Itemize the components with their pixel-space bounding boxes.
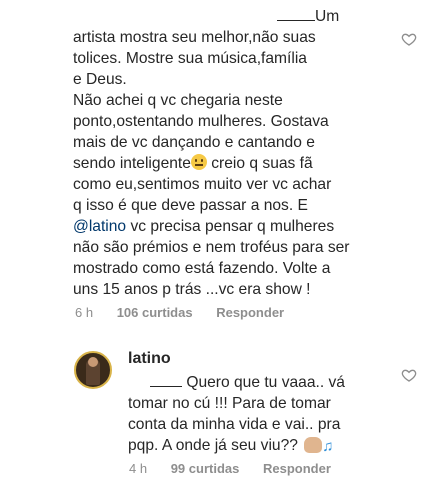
comment-text-line: como eu,sentimos muito ver vc achar xyxy=(73,176,332,193)
reply-button[interactable]: Responder xyxy=(216,305,284,320)
comment-1-text: Um artista mostra seu melhor,não suas to… xyxy=(73,6,393,300)
comment-text-line: Não achei q vc chegaria neste xyxy=(73,92,283,109)
redacted-username xyxy=(150,377,182,387)
comment-author[interactable]: latino xyxy=(128,350,388,368)
comment-text-line: mais de vc dançando e cantando e xyxy=(73,134,315,151)
folded-hands-emoji-icon xyxy=(304,437,323,453)
avatar[interactable] xyxy=(74,351,112,389)
comment-text-line: vc precisa pensar q mulheres xyxy=(126,218,335,235)
timestamp: 6 h xyxy=(75,305,94,320)
comment-text-line: mostrado como está fazendo. Volte a xyxy=(73,260,331,277)
heart-outline-icon[interactable] xyxy=(401,31,417,47)
heart-outline-icon[interactable] xyxy=(401,367,417,383)
grimace-emoji-icon xyxy=(190,154,207,170)
comment-text-line: creio q suas fã xyxy=(206,155,313,172)
mention-link[interactable]: @latino xyxy=(73,218,126,235)
comment-text-line: tolices. Mostre sua música,família xyxy=(73,50,307,67)
comment-text-line: não são prémios e nem troféus para ser xyxy=(73,239,350,256)
comment-1: Um artista mostra seu melhor,não suas to… xyxy=(73,6,393,300)
comment-text-line: pqp. A onde já seu viu?? xyxy=(128,437,303,454)
comment-text-line: tomar no cú !!! Para de tomar xyxy=(128,395,331,412)
comment-text-line: q isso é que deve passar a nos. E xyxy=(73,197,308,214)
comment-text-line: artista mostra seu melhor,não suas xyxy=(73,29,316,46)
likes-count[interactable]: 99 curtidas xyxy=(171,461,240,476)
comment-text-line: ponto,ostentando mulheres. Gostava xyxy=(73,113,329,130)
likes-count[interactable]: 106 curtidas xyxy=(117,305,193,320)
comment-2: latino Quero que tu vaaa.. vá tomar no c… xyxy=(128,350,388,457)
music-notes-emoji-icon: ♫ xyxy=(322,438,334,455)
timestamp: 4 h xyxy=(129,461,148,476)
comment-text-line: Um xyxy=(315,8,340,25)
comment-1-meta: 6 h 106 curtidas Responder xyxy=(75,305,304,320)
comment-2-text: Quero que tu vaaa.. vá tomar no cú !!! P… xyxy=(128,372,388,457)
comment-text-line: Quero que tu vaaa.. vá xyxy=(182,374,345,391)
reply-button[interactable]: Responder xyxy=(263,461,331,476)
comment-text-line: sendo inteligente xyxy=(73,155,191,172)
comment-text-line: conta da minha vida e vai.. pra xyxy=(128,416,341,433)
redacted-username xyxy=(277,11,315,21)
comment-text-line: e Deus. xyxy=(73,71,127,88)
comment-text-line: uns 15 anos p trás ...vc era show ! xyxy=(73,281,311,298)
comment-2-meta: 4 h 99 curtidas Responder xyxy=(129,461,351,476)
